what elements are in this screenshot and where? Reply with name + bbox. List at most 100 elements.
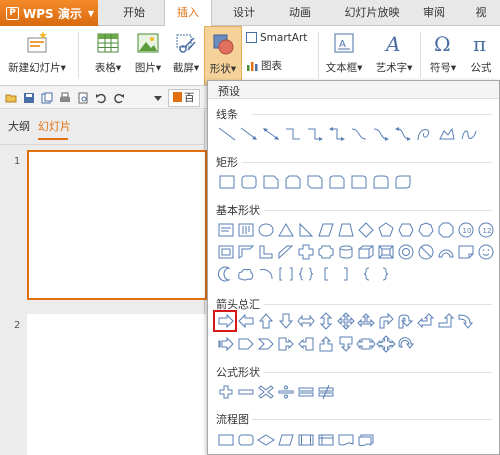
bent-up-arrow-shape-icon[interactable]	[436, 312, 456, 330]
up-down-arrow-shape-icon[interactable]	[316, 312, 336, 330]
wordart-button[interactable]: A 艺术字▾	[370, 30, 418, 75]
divide-shape-icon[interactable]	[276, 383, 296, 401]
document-tab[interactable]: 百	[168, 89, 200, 107]
folded-corner-shape-icon[interactable]	[456, 243, 476, 261]
moon-shape-icon[interactable]	[216, 265, 236, 283]
formula-button[interactable]: π 公式	[464, 30, 498, 75]
elbow-arrow-connector-shape-icon[interactable]	[304, 125, 326, 143]
open-folder-icon[interactable]	[5, 92, 17, 104]
triangle-shape-icon[interactable]	[276, 221, 296, 239]
left-right-up-arrow-shape-icon[interactable]	[356, 312, 376, 330]
chevron-arrow-shape-icon[interactable]	[256, 335, 276, 353]
left-right-arrow-callout-shape-icon[interactable]	[356, 335, 376, 353]
slide-thumbnail-2[interactable]	[27, 314, 207, 455]
tab-insert[interactable]: 插入	[164, 0, 212, 27]
left-up-arrow-shape-icon[interactable]	[416, 312, 436, 330]
left-brace-shape-icon[interactable]	[356, 265, 376, 283]
tab-home[interactable]: 开始	[112, 0, 156, 26]
cube-shape-icon[interactable]	[356, 243, 376, 261]
flowchart-document-shape-icon[interactable]	[336, 431, 356, 449]
double-brace-shape-icon[interactable]	[296, 265, 316, 283]
undo-icon[interactable]	[95, 92, 107, 104]
right-bracket-shape-icon[interactable]	[336, 265, 356, 283]
left-bracket-shape-icon[interactable]	[316, 265, 336, 283]
table-button[interactable]: 表格▾	[86, 30, 130, 75]
half-frame-shape-icon[interactable]	[236, 243, 256, 261]
tab-slides[interactable]: 幻灯片	[38, 118, 71, 134]
textbox-button[interactable]: A 文本框▾	[322, 30, 366, 75]
pentagon-arrow-shape-icon[interactable]	[236, 335, 256, 353]
rectangle-shape-icon[interactable]	[216, 173, 238, 191]
round-diagonal-rectangle-shape-icon[interactable]	[392, 173, 414, 191]
flowchart-multidocument-shape-icon[interactable]	[356, 431, 376, 449]
flowchart-alternate-process-shape-icon[interactable]	[236, 431, 256, 449]
vertical-text-box-shape-icon[interactable]	[236, 221, 256, 239]
plus-shape-icon[interactable]	[216, 383, 236, 401]
flowchart-predefined-process-shape-icon[interactable]	[296, 431, 316, 449]
left-right-arrow-shape-icon[interactable]	[296, 312, 316, 330]
new-slide-button[interactable]: 新建幻灯片▾	[4, 30, 70, 75]
flowchart-process-shape-icon[interactable]	[216, 431, 236, 449]
hexagon-shape-icon[interactable]	[396, 221, 416, 239]
smartart-button[interactable]: SmartArt	[246, 32, 316, 44]
redo-icon[interactable]	[113, 92, 125, 104]
freeform-shape-icon[interactable]	[436, 125, 458, 143]
minus-shape-icon[interactable]	[236, 383, 256, 401]
screenshot-button[interactable]: 截屏▾	[166, 30, 206, 75]
curve-shape-icon[interactable]	[414, 125, 436, 143]
elbow-double-arrow-shape-icon[interactable]	[326, 125, 348, 143]
striped-right-arrow-shape-icon[interactable]	[216, 335, 236, 353]
chart-button[interactable]: 图表	[246, 58, 296, 73]
slide-thumbnail-1[interactable]	[27, 150, 207, 300]
quad-arrow-shape-icon[interactable]	[336, 312, 356, 330]
right-arrow-callout-shape-icon[interactable]	[276, 335, 296, 353]
snip-same-side-rectangle-shape-icon[interactable]	[282, 173, 304, 191]
equal-shape-icon[interactable]	[296, 383, 316, 401]
save-icon[interactable]	[23, 92, 35, 104]
trapezoid-shape-icon[interactable]	[336, 221, 356, 239]
octagon-shape-icon[interactable]	[436, 221, 456, 239]
oval-shape-icon[interactable]	[256, 221, 276, 239]
curved-arrow-connector-shape-icon[interactable]	[370, 125, 392, 143]
decagon-shape-icon[interactable]: 10	[456, 221, 476, 239]
bent-arrow-shape-icon[interactable]	[376, 312, 396, 330]
scribble-shape-icon[interactable]	[458, 125, 480, 143]
up-arrow-shape-icon[interactable]	[256, 312, 276, 330]
shape-button[interactable]: 形状▾	[204, 26, 242, 85]
elbow-connector-shape-icon[interactable]	[282, 125, 304, 143]
quad-arrow-callout-shape-icon[interactable]	[376, 335, 396, 353]
left-arrow-shape-icon[interactable]	[236, 312, 256, 330]
flowchart-data-shape-icon[interactable]	[276, 431, 296, 449]
picture-button[interactable]: 图片▾	[128, 30, 168, 75]
diagonal-stripe-shape-icon[interactable]	[276, 243, 296, 261]
smiley-face-shape-icon[interactable]	[476, 243, 496, 261]
frame-shape-icon[interactable]	[216, 243, 236, 261]
l-shape-icon[interactable]	[256, 243, 276, 261]
double-bracket-shape-icon[interactable]	[276, 265, 296, 283]
can-shape-icon[interactable]	[336, 243, 356, 261]
u-turn-arrow-shape-icon[interactable]	[396, 312, 416, 330]
multiply-shape-icon[interactable]	[256, 383, 276, 401]
left-arrow-callout-shape-icon[interactable]	[296, 335, 316, 353]
print-icon[interactable]	[59, 92, 71, 104]
curved-connector-shape-icon[interactable]	[348, 125, 370, 143]
cloud-shape-icon[interactable]	[236, 265, 256, 283]
curved-double-arrow-shape-icon[interactable]	[392, 125, 414, 143]
tab-animation[interactable]: 动画	[278, 0, 322, 26]
down-arrow-shape-icon[interactable]	[276, 312, 296, 330]
diamond-shape-icon[interactable]	[356, 221, 376, 239]
tab-slideshow[interactable]: 幻灯片放映	[334, 0, 410, 26]
tab-view[interactable]: 视	[466, 0, 496, 26]
rounded-rectangle-shape-icon[interactable]	[238, 173, 260, 191]
text-box-shape-icon[interactable]	[216, 221, 236, 239]
no-symbol-shape-icon[interactable]	[416, 243, 436, 261]
down-arrow-callout-shape-icon[interactable]	[336, 335, 356, 353]
right-triangle-shape-icon[interactable]	[296, 221, 316, 239]
tab-design[interactable]: 设计	[222, 0, 266, 26]
snip-corner-rectangle-shape-icon[interactable]	[260, 173, 282, 191]
bevel-shape-icon[interactable]	[376, 243, 396, 261]
block-arc-shape-icon[interactable]	[436, 243, 456, 261]
circular-arrow-shape-icon[interactable]	[396, 335, 416, 353]
symbol-button[interactable]: Ω 符号▾	[424, 30, 462, 75]
up-arrow-callout-shape-icon[interactable]	[316, 335, 336, 353]
